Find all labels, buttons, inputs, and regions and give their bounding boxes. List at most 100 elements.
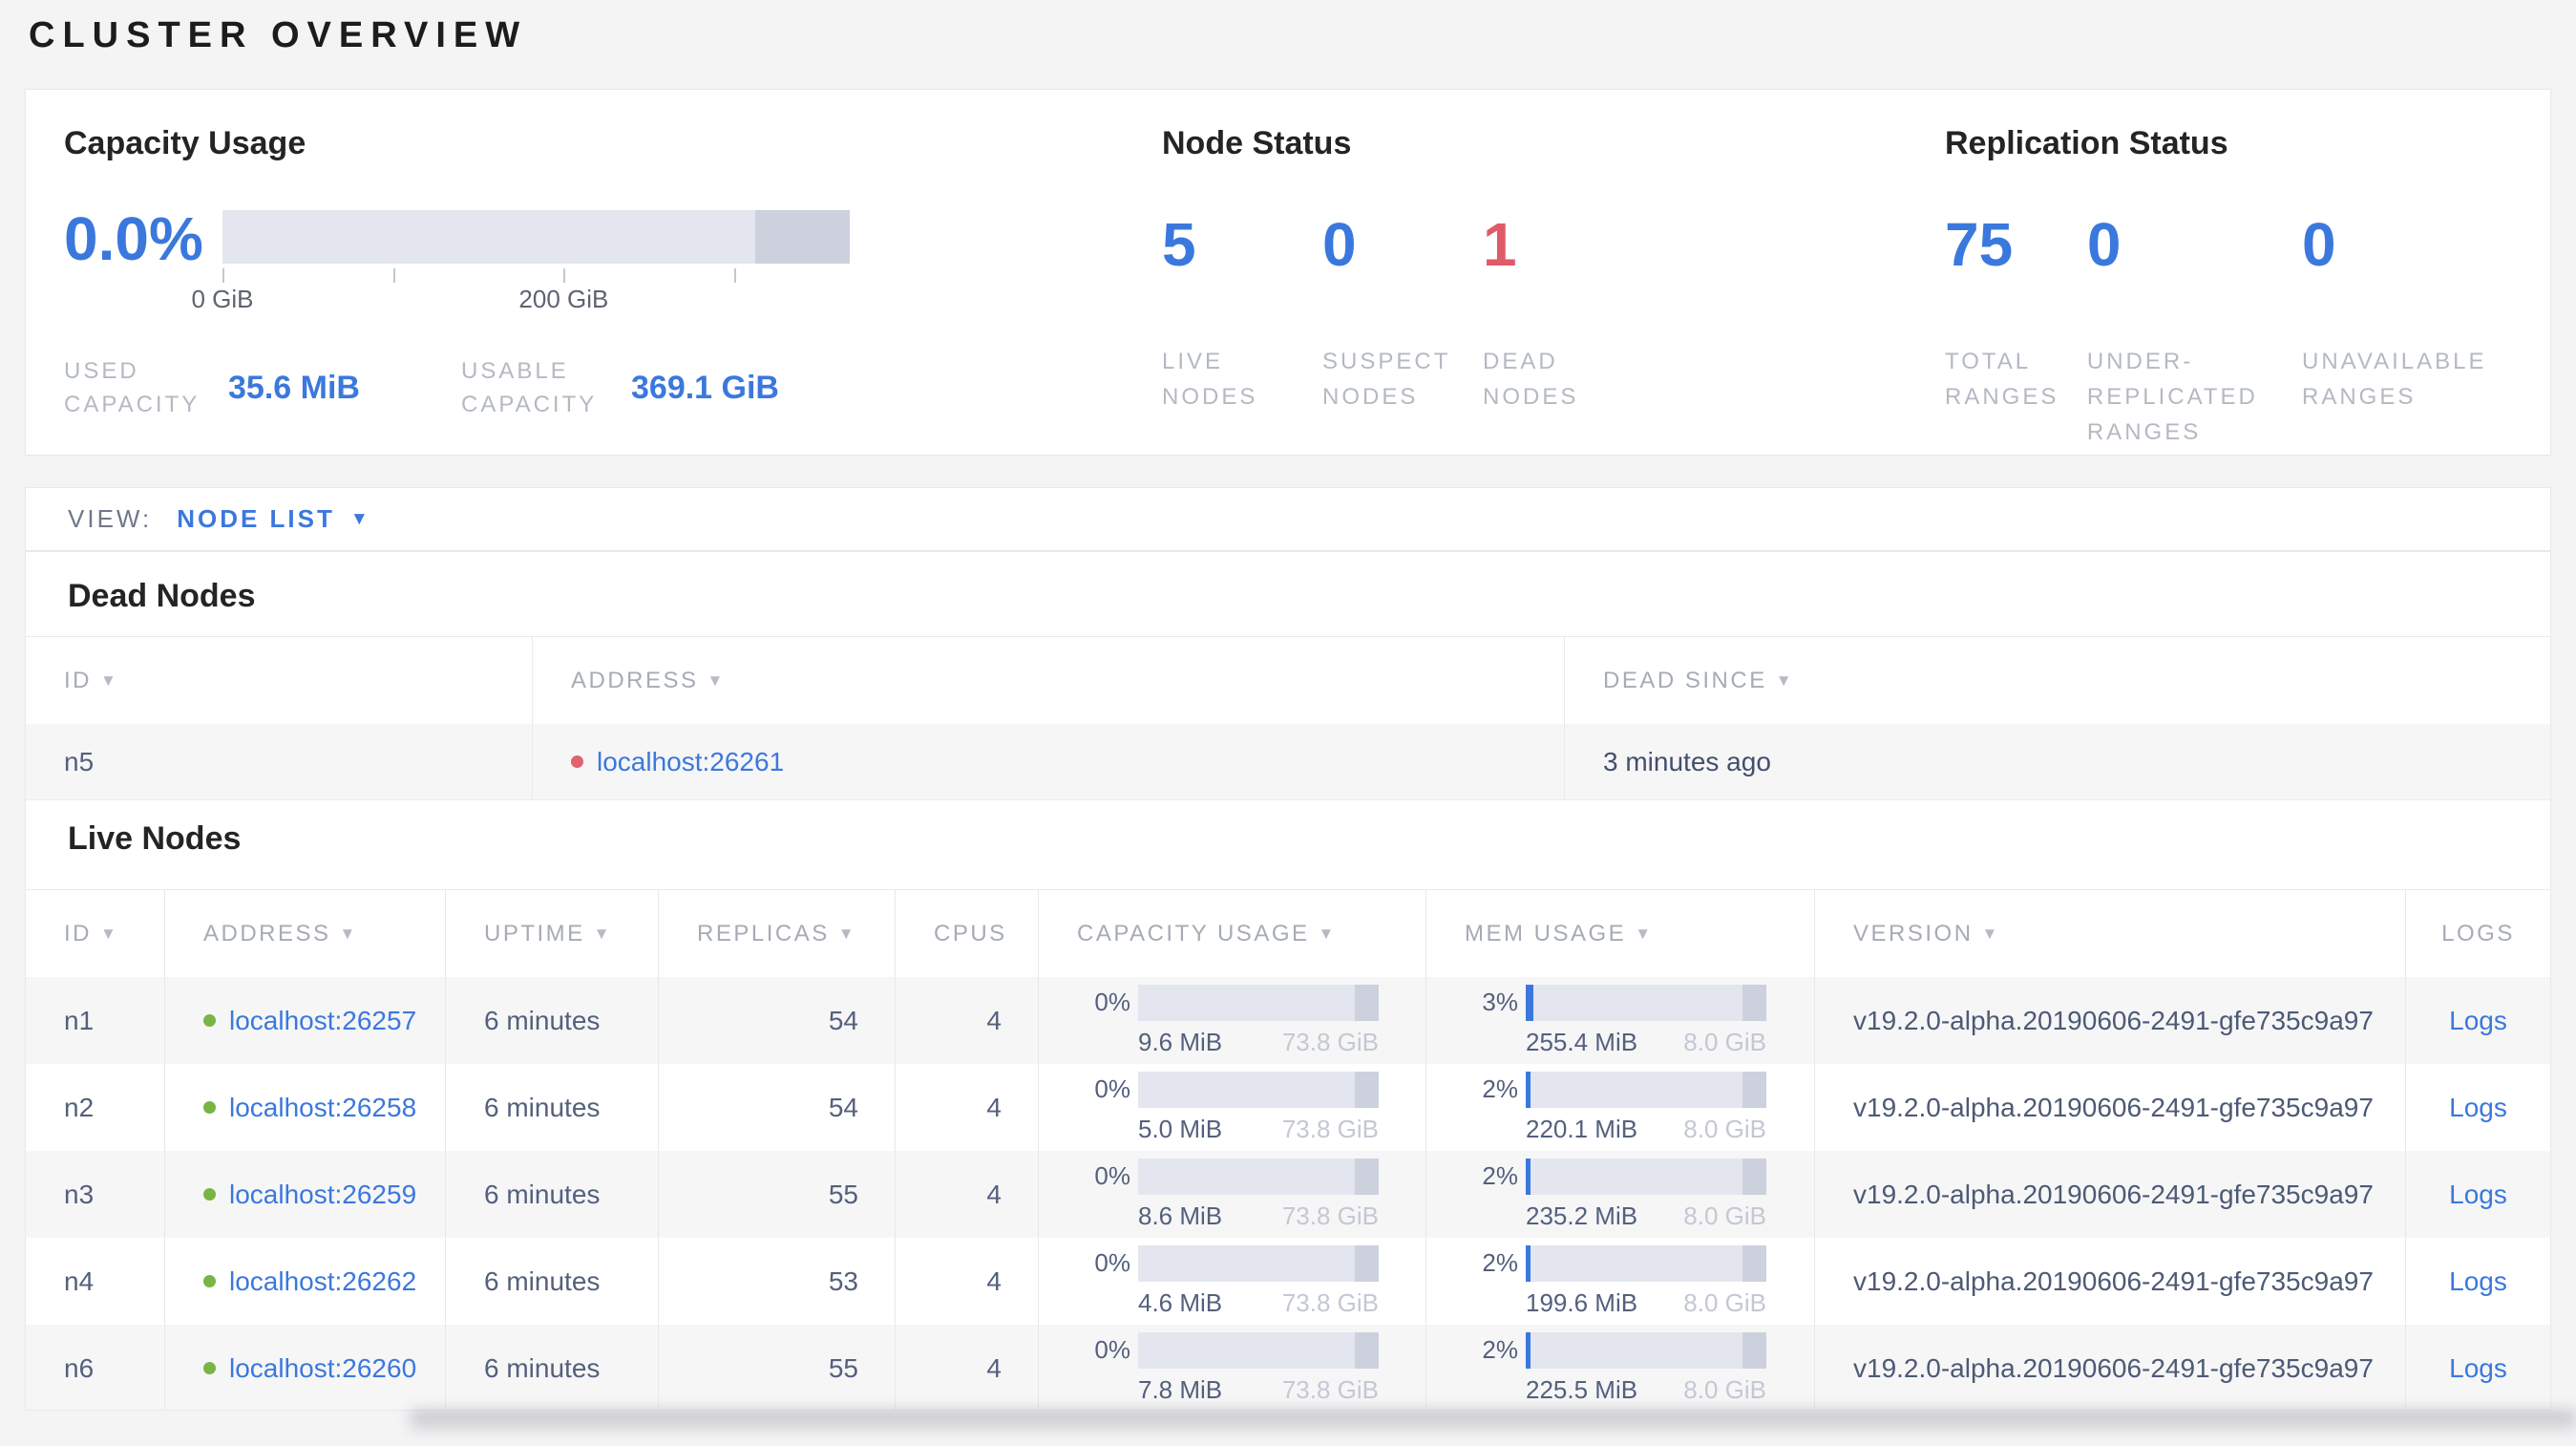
sort-arrow-icon: ▼ (1981, 924, 2000, 943)
live-status-dot-icon (203, 1275, 216, 1287)
node-logs-cell: Logs (2406, 1238, 2550, 1325)
usable-capacity-value: 369.1 GiB (631, 370, 779, 407)
node-id: n2 (26, 1064, 165, 1151)
capacity-axis-ticks (222, 264, 850, 285)
view-selected-value: NODE LIST (177, 504, 335, 533)
node-id: n3 (26, 1151, 165, 1238)
logs-link[interactable]: Logs (2449, 1180, 2507, 1210)
dead-col-header-address[interactable]: ADDRESS ▼ (533, 637, 1565, 724)
cluster-overview-page: CLUSTER OVERVIEW Capacity Usage 0.0% 0 G… (0, 0, 2576, 1446)
node-mem-usage-cell: 2% 225.5 MiB 8.0 GiB (1426, 1325, 1815, 1410)
view-mode-dropdown[interactable]: NODE LIST ▼ (177, 504, 368, 534)
node-address-cell: localhost:26258 (165, 1064, 446, 1151)
node-replicas: 55 (659, 1151, 896, 1238)
live-status-dot-icon (203, 1362, 216, 1374)
cluster-summary-card: Capacity Usage 0.0% 0 GiB 200 GiB USED C… (25, 89, 2551, 456)
live-status-dot-icon (203, 1014, 216, 1027)
under-replicated-ranges-stat: 0 UNDER-REPLICATED RANGES (2086, 210, 2258, 446)
node-version: v19.2.0-alpha.20190606-2491-gfe735c9a97 (1815, 1151, 2406, 1238)
dead-node-address-cell: localhost:26261 (533, 724, 1565, 799)
sort-arrow-icon: ▼ (707, 670, 726, 690)
dead-node-address-link[interactable]: localhost:26261 (597, 747, 784, 777)
node-id: n4 (26, 1238, 165, 1325)
node-capacity-usage-cell: 0% 8.6 MiB 73.8 GiB (1039, 1151, 1426, 1238)
live-node-row: n3 localhost:26259 6 minutes 55 4 0% 8.6… (26, 1151, 2550, 1238)
live-col-header-cpus[interactable]: CPUS (896, 890, 1039, 977)
live-col-header-version[interactable]: VERSION ▼ (1815, 890, 2406, 977)
sort-arrow-icon: ▼ (1775, 670, 1795, 690)
suspect-nodes-stat: 0 SUSPECT NODES (1322, 210, 1450, 411)
node-replicas: 53 (659, 1238, 896, 1325)
live-col-header-address[interactable]: ADDRESS ▼ (165, 890, 446, 977)
live-col-header-replicas[interactable]: REPLICAS ▼ (659, 890, 896, 977)
live-node-row: n6 localhost:26260 6 minutes 55 4 0% 7.8… (26, 1325, 2550, 1410)
capacity-usage-bar (222, 210, 850, 264)
live-node-row: n4 localhost:26262 6 minutes 53 4 0% 4.6… (26, 1238, 2550, 1325)
node-version: v19.2.0-alpha.20190606-2491-gfe735c9a97 (1815, 977, 2406, 1064)
nodes-panel: Dead Nodes ID ▼ ADDRESS ▼ DEAD SINCE ▼ n… (25, 551, 2551, 1411)
logs-link[interactable]: Logs (2449, 1006, 2507, 1036)
dead-nodes-stat: 1 DEAD NODES (1483, 210, 1579, 411)
mem-bar (1526, 1244, 1766, 1282)
capacity-usage-title: Capacity Usage (64, 125, 306, 161)
node-cpus: 4 (896, 1151, 1039, 1238)
replication-status-section: Replication Status 75 TOTAL RANGES 0 UND… (1945, 124, 2522, 451)
mem-bar (1526, 1158, 1766, 1195)
live-status-dot-icon (203, 1188, 216, 1201)
node-capacity-usage-cell: 0% 7.8 MiB 73.8 GiB (1039, 1325, 1426, 1410)
node-address-link[interactable]: localhost:26257 (229, 1006, 416, 1036)
dead-node-id: n5 (26, 724, 533, 799)
dead-col-header-id[interactable]: ID ▼ (26, 637, 533, 724)
node-cpus: 4 (896, 1238, 1039, 1325)
node-address-cell: localhost:26259 (165, 1151, 446, 1238)
capacity-usage-chart: 0 GiB 200 GiB (191, 210, 850, 313)
live-nodes-table-header: ID ▼ ADDRESS ▼ UPTIME ▼ REPLICAS ▼ CPUS (26, 889, 2550, 977)
dead-nodes-table-header: ID ▼ ADDRESS ▼ DEAD SINCE ▼ (26, 636, 2550, 724)
dead-nodes-heading: Dead Nodes (68, 578, 256, 614)
live-col-header-uptime[interactable]: UPTIME ▼ (446, 890, 659, 977)
capacity-bar (1138, 1244, 1379, 1282)
node-cpus: 4 (896, 977, 1039, 1064)
logs-link[interactable]: Logs (2449, 1093, 2507, 1123)
node-mem-usage-cell: 2% 220.1 MiB 8.0 GiB (1426, 1064, 1815, 1151)
live-nodes-table: ID ▼ ADDRESS ▼ UPTIME ▼ REPLICAS ▼ CPUS (26, 889, 2550, 1410)
node-capacity-usage-cell: 0% 5.0 MiB 73.8 GiB (1039, 1064, 1426, 1151)
used-capacity-label: USED CAPACITY (64, 358, 201, 417)
live-col-header-mem-usage[interactable]: MEM USAGE ▼ (1426, 890, 1815, 977)
view-label: VIEW: (68, 504, 153, 533)
live-col-header-id[interactable]: ID ▼ (26, 890, 165, 977)
axis-label-0: 0 GiB (191, 285, 254, 313)
view-selector-bar: VIEW: NODE LIST ▼ (25, 487, 2551, 551)
mem-bar (1526, 1331, 1766, 1369)
mem-bar (1526, 1071, 1766, 1108)
logs-link[interactable]: Logs (2449, 1266, 2507, 1297)
node-status-section: Node Status 5 LIVE NODES 0 SUSPECT NODES… (1162, 124, 1907, 415)
node-uptime: 6 minutes (446, 1325, 659, 1410)
capacity-used-percent: 0.0% (64, 204, 203, 273)
bottom-shadow (411, 1411, 2576, 1443)
node-id: n6 (26, 1325, 165, 1410)
node-logs-cell: Logs (2406, 977, 2550, 1064)
node-address-link[interactable]: localhost:26259 (229, 1180, 416, 1210)
used-capacity-value: 35.6 MiB (228, 370, 360, 407)
node-replicas: 55 (659, 1325, 896, 1410)
capacity-bar (1138, 984, 1379, 1021)
logs-link[interactable]: Logs (2449, 1353, 2507, 1384)
axis-label-200: 200 GiB (518, 285, 609, 313)
sort-arrow-icon: ▼ (593, 924, 612, 943)
node-mem-usage-cell: 2% 199.6 MiB 8.0 GiB (1426, 1238, 1815, 1325)
capacity-bar (1138, 1158, 1379, 1195)
live-col-header-capacity-usage[interactable]: CAPACITY USAGE ▼ (1039, 890, 1426, 977)
dead-col-header-dead-since[interactable]: DEAD SINCE ▼ (1565, 637, 2550, 724)
node-replicas: 54 (659, 977, 896, 1064)
mem-bar (1526, 984, 1766, 1021)
node-address-link[interactable]: localhost:26260 (229, 1353, 416, 1384)
node-cpus: 4 (896, 1325, 1039, 1410)
sort-arrow-icon: ▼ (100, 670, 119, 690)
node-id: n1 (26, 977, 165, 1064)
sort-arrow-icon: ▼ (837, 924, 857, 943)
capacity-bar (1138, 1331, 1379, 1369)
node-address-link[interactable]: localhost:26262 (229, 1266, 416, 1297)
node-address-link[interactable]: localhost:26258 (229, 1093, 416, 1123)
page-title: CLUSTER OVERVIEW (29, 15, 528, 55)
